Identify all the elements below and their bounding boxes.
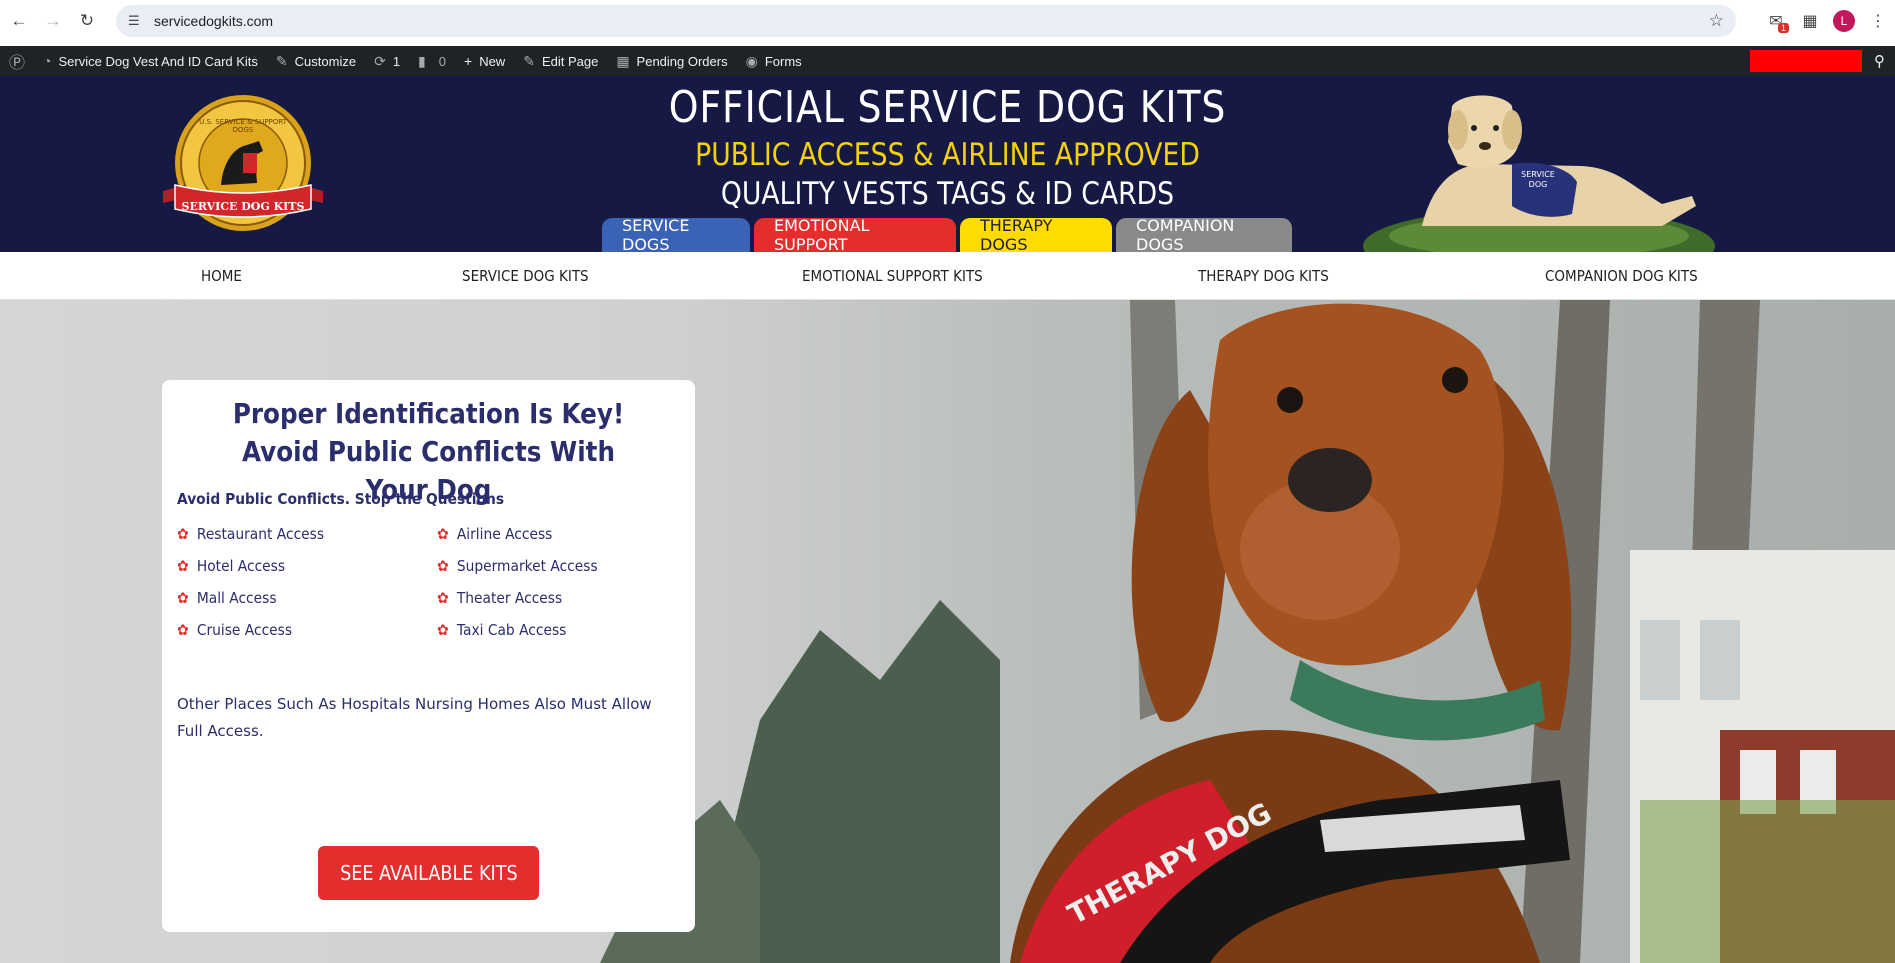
paw-icon: ✿ xyxy=(437,621,449,639)
paw-icon: ✿ xyxy=(437,589,449,607)
admin-site-name[interactable]: ◔ Service Dog Vest And ID Card Kits xyxy=(34,46,267,76)
see-available-kits-button[interactable]: SEE AVAILABLE KITS xyxy=(318,846,539,900)
nav-emotional-support-kits[interactable]: EMOTIONAL SUPPORT KITS xyxy=(802,267,983,285)
plus-icon: + xyxy=(464,53,473,69)
admin-customize[interactable]: ✎ Customize xyxy=(267,46,365,76)
dashboard-icon: ◔ xyxy=(43,53,52,69)
list-item: ✿ Hotel Access xyxy=(177,557,286,575)
wp-admin-bar: Ⓟ ◔ Service Dog Vest And ID Card Kits ✎ Cu… xyxy=(0,46,1895,76)
pencil-icon: ✎ xyxy=(523,52,535,69)
reload-icon[interactable]: ↻ xyxy=(72,6,102,36)
browser-toolbar: ← → ↻ ☰ servicedogkits.com ☆ ✉ 1 ▦ L ⋮ xyxy=(0,0,1895,42)
url-text[interactable]: servicedogkits.com xyxy=(154,13,273,29)
paw-icon: ✿ xyxy=(177,557,189,575)
admin-new[interactable]: + New xyxy=(455,46,514,76)
nav-therapy-dog-kits[interactable]: THERAPY DOG KITS xyxy=(1198,267,1329,285)
back-icon[interactable]: ← xyxy=(4,6,34,36)
forms-icon: ◉ xyxy=(745,52,758,69)
tab-service-dogs[interactable]: SERVICE DOGS xyxy=(602,216,750,252)
address-bar[interactable]: ☰ servicedogkits.com ☆ xyxy=(116,5,1736,37)
extension-badge: 1 xyxy=(1777,23,1789,33)
list-item: ✿ Cruise Access xyxy=(177,621,293,639)
extension-mail-icon[interactable]: ✉ 1 xyxy=(1759,6,1793,36)
list-item: ✿ Taxi Cab Access xyxy=(437,621,567,639)
admin-comments[interactable]: ▮ 0 xyxy=(409,46,455,76)
search-icon[interactable]: ⚲ xyxy=(1874,52,1885,70)
list-item: ✿ Mall Access xyxy=(177,589,277,607)
site-header: SERVICE DOG KITS U.S. SERVICE & SUPPORT … xyxy=(0,76,1895,252)
card-note: Other Places Such As Hospitals Nursing H… xyxy=(177,695,652,740)
category-tabs: SERVICE DOGS EMOTIONAL SUPPORT THERAPY D… xyxy=(602,216,1292,252)
admin-pending-orders[interactable]: ▦ Pending Orders xyxy=(607,46,736,76)
bookmark-star-icon[interactable]: ☆ xyxy=(1709,11,1724,31)
admin-forms[interactable]: ◉ Forms xyxy=(737,46,811,76)
paw-icon: ✿ xyxy=(177,589,189,607)
brush-icon: ✎ xyxy=(275,52,288,69)
updates-icon: ⟳ xyxy=(374,52,386,69)
comment-icon: ▮ xyxy=(418,52,426,69)
list-item: ✿ Theater Access xyxy=(437,589,563,607)
wordpress-logo-icon[interactable]: Ⓟ xyxy=(0,46,34,76)
header-dog-image xyxy=(1363,95,1715,252)
tab-emotional-support[interactable]: EMOTIONAL SUPPORT xyxy=(754,216,956,252)
admin-updates[interactable]: ⟳ 1 xyxy=(365,46,409,76)
forward-icon[interactable]: → xyxy=(38,6,68,36)
access-list: ✿ Restaurant Access ✿ Airline Access ✿ Hote… xyxy=(177,525,647,639)
paw-icon: ✿ xyxy=(437,557,449,575)
main-navigation: HOME SERVICE DOG KITS EMOTIONAL SUPPORT … xyxy=(0,252,1895,300)
orders-icon: ▦ xyxy=(616,52,630,69)
browser-menu-icon[interactable]: ⋮ xyxy=(1861,6,1895,36)
vest-label: SERVICE DOG xyxy=(1521,170,1555,189)
paw-icon: ✿ xyxy=(177,621,189,639)
tab-therapy-dogs[interactable]: THERAPY DOGS xyxy=(960,216,1112,252)
profile-avatar[interactable]: L xyxy=(1827,6,1861,36)
hero-card: Proper Identification Is Key! Avoid Publ… xyxy=(162,380,695,932)
redacted-account[interactable] xyxy=(1750,50,1862,72)
tab-companion-dogs[interactable]: COMPANION DOGS xyxy=(1116,216,1292,252)
list-item: ✿ Restaurant Access xyxy=(177,525,325,543)
card-subtitle: Avoid Public Conflicts. Stop the Questio… xyxy=(177,490,505,508)
admin-edit-page[interactable]: ✎ Edit Page xyxy=(514,46,607,76)
list-item: ✿ Airline Access xyxy=(437,525,553,543)
nav-home[interactable]: HOME xyxy=(201,267,242,285)
paw-icon: ✿ xyxy=(437,525,449,543)
nav-service-dog-kits[interactable]: SERVICE DOG KITS xyxy=(462,267,589,285)
list-item: ✿ Supermarket Access xyxy=(437,557,598,575)
extensions-puzzle-icon[interactable]: ▦ xyxy=(1793,6,1827,36)
paw-icon: ✿ xyxy=(177,525,189,543)
site-info-icon[interactable]: ☰ xyxy=(128,13,154,29)
nav-companion-dog-kits[interactable]: COMPANION DOG KITS xyxy=(1545,267,1698,285)
